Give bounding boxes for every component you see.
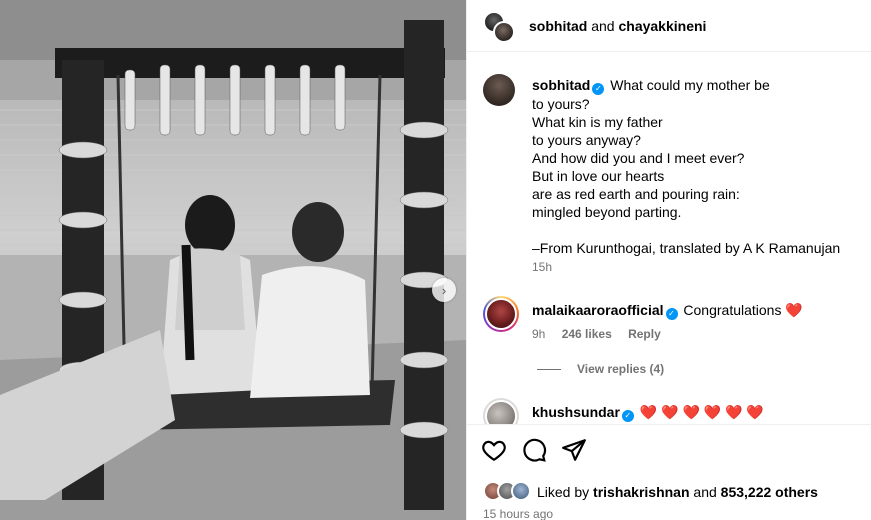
header-usernames: sobhitad and chayakkineni [529, 18, 706, 34]
comment-username-link[interactable]: khushsundar [532, 404, 620, 420]
heart-outline-icon[interactable] [481, 437, 507, 463]
heart-emoji-icon: ❤️ [785, 302, 803, 318]
caption-line: What could my mother be [610, 77, 770, 93]
comment-timestamp[interactable]: 9h [532, 327, 545, 341]
swing-photo-illustration [0, 0, 466, 520]
comment-item: khushsundar ✓ ❤️ ❤️ ❤️ ❤️ ❤️ ❤️ [483, 398, 863, 424]
caption-line: to yours anyway? [532, 132, 641, 148]
verified-badge-icon: ✓ [621, 410, 634, 422]
header-user-b-link[interactable]: chayakkineni [618, 18, 706, 34]
post-header: sobhitad and chayakkineni [467, 0, 871, 52]
comment-bubble-icon[interactable] [521, 437, 547, 463]
caption-line: What kin is my father [532, 114, 663, 130]
likes-count-link[interactable]: 853,222 others [721, 484, 818, 500]
header-user-a-link[interactable]: sobhitad [529, 18, 587, 34]
post-photo[interactable]: › [0, 0, 466, 520]
reply-button[interactable]: Reply [628, 327, 661, 341]
next-photo-button[interactable]: › [432, 278, 456, 302]
avatar [493, 21, 515, 43]
caption-line: And how did you and I meet ever? [532, 150, 745, 166]
caption-line: are as red earth and pouring rain: [532, 186, 740, 202]
post-details-panel: sobhitad and chayakkineni sobhitad ✓ What… [466, 0, 871, 520]
comment-body: Congratulations [683, 302, 782, 318]
liked-by-conjunction: and [693, 484, 717, 500]
comment-text: malaikaaroraofficial ✓ Congratulations ❤️ [532, 302, 803, 320]
heart-emoji-icon: ❤️ ❤️ ❤️ ❤️ ❤️ ❤️ [639, 404, 764, 420]
view-replies-button[interactable]: View replies (4) [577, 362, 664, 376]
header-conjunction: and [591, 18, 615, 34]
caption-line: But in love our hearts [532, 168, 665, 184]
caption-credit: –From Kurunthogai, translated by A K Ram… [532, 240, 841, 256]
caption-body: sobhitad ✓ What could my mother be to you… [532, 76, 862, 257]
verified-badge-icon: ✓ [592, 83, 605, 95]
caption-username-link[interactable]: sobhitad [532, 77, 590, 93]
divider [537, 369, 561, 370]
comment-meta: 9h 246 likes Reply [532, 327, 674, 341]
caption-line: mingled beyond parting. [532, 204, 682, 220]
likes-summary: Liked by trishakrishnan and 853,222 othe… [483, 481, 818, 503]
caption-line: to yours? [532, 96, 590, 112]
comment-likes-link[interactable]: 246 likes [562, 327, 612, 341]
liked-by-prefix: Liked by [537, 484, 590, 500]
post-actions: Liked by trishakrishnan and 853,222 othe… [467, 424, 871, 520]
avatar [511, 481, 531, 501]
avatar [485, 298, 517, 330]
story-ring-avatar[interactable] [483, 296, 519, 332]
story-ring-avatar[interactable] [483, 398, 519, 424]
comment-text: khushsundar ✓ ❤️ ❤️ ❤️ ❤️ ❤️ ❤️ [532, 404, 764, 422]
liked-by-avatars [483, 481, 533, 503]
verified-badge-icon: ✓ [665, 308, 678, 320]
paper-plane-icon[interactable] [561, 437, 587, 463]
caption-timestamp[interactable]: 15h [532, 260, 552, 274]
post-timestamp[interactable]: 15 hours ago [483, 507, 553, 520]
comment-username-link[interactable]: malaikaaroraofficial [532, 302, 664, 318]
collab-avatars[interactable] [483, 11, 517, 45]
liked-by-user-link[interactable]: trishakrishnan [593, 484, 689, 500]
avatar [485, 400, 517, 424]
avatar[interactable] [483, 74, 515, 106]
